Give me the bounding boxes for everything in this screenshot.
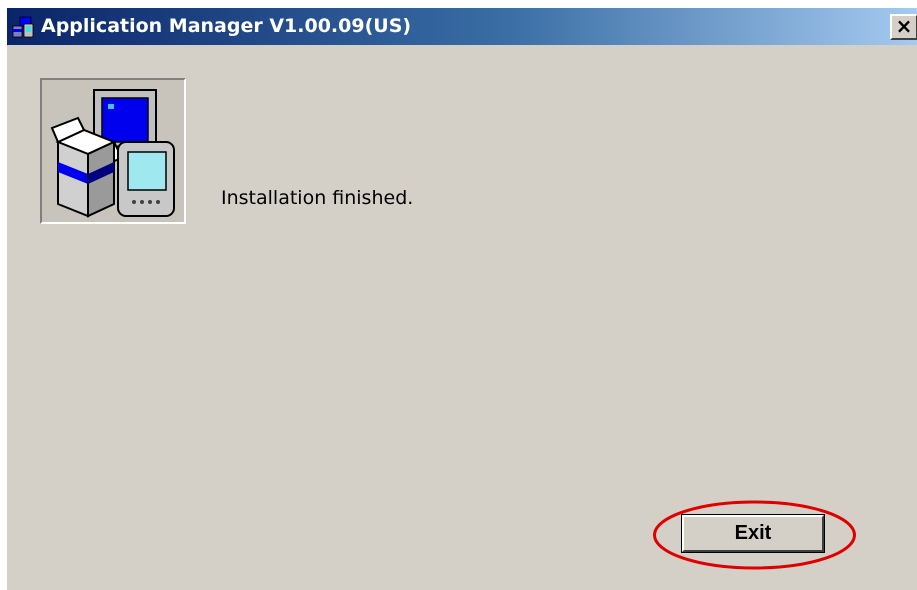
application-manager-icon	[12, 15, 36, 39]
install-package-devices-icon	[40, 78, 186, 224]
installation-status-message: Installation finished.	[221, 187, 414, 209]
exit-button[interactable]: Exit	[681, 514, 825, 553]
title-bar[interactable]: Application Manager V1.00.09(US) ×	[7, 8, 917, 45]
close-button[interactable]: ×	[890, 14, 917, 40]
application-manager-window: Application Manager V1.00.09(US) × Insta…	[6, 8, 917, 590]
window-title: Application Manager V1.00.09(US)	[41, 15, 412, 37]
